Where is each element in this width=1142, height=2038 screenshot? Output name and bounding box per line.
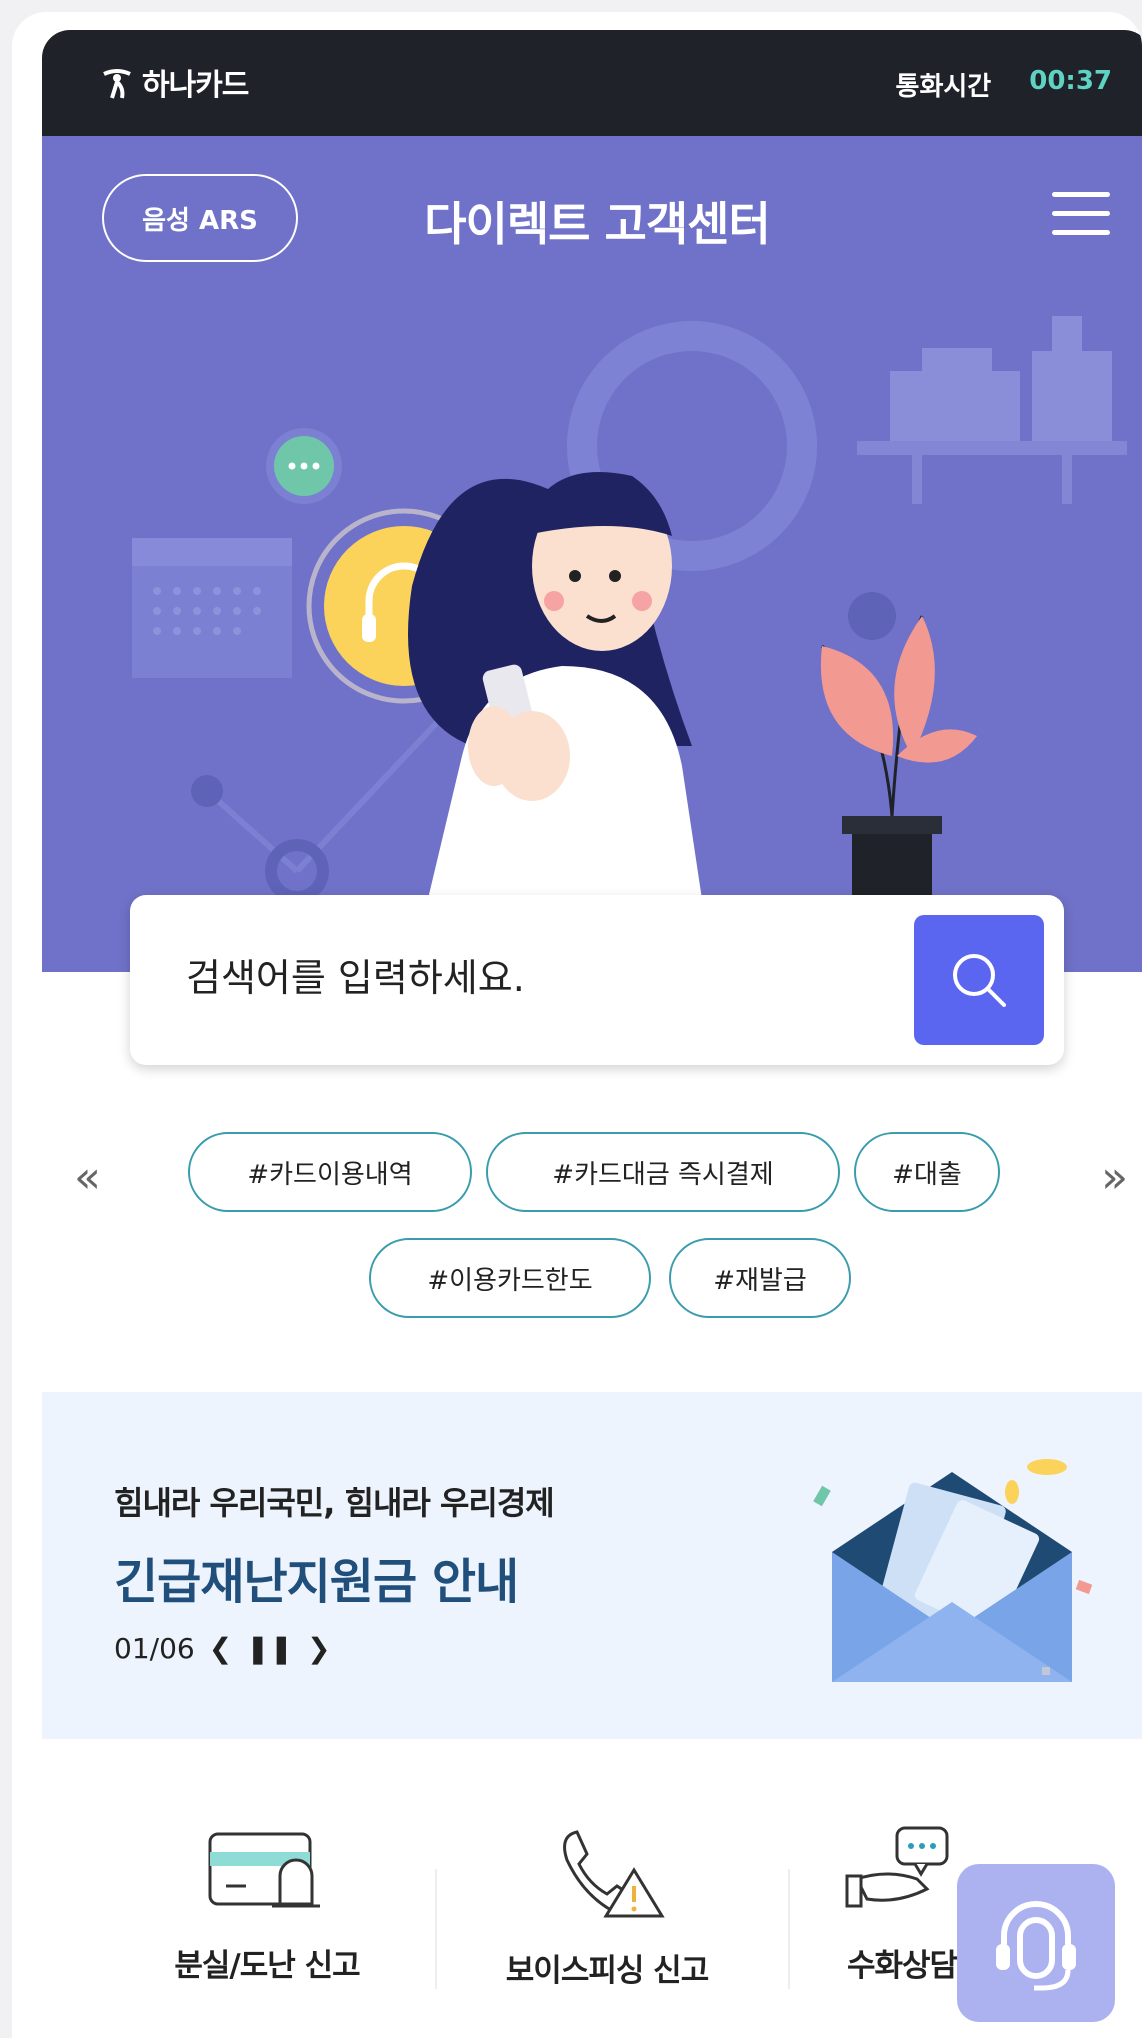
app-screen: 하나카드 통화시간 00:37 음성 ARS 다이렉트 고객센터 검색어를 입력… [42, 30, 1142, 2038]
banner-page-counter: 01/06 [114, 1632, 195, 1665]
page-title: 다이렉트 고객센터 [424, 197, 771, 251]
search-placeholder[interactable]: 검색어를 입력하세요. [186, 947, 525, 1002]
call-timer: 통화시간 00:37 [896, 66, 1112, 103]
quick-voice-phishing-label: 보이스피싱 신고 [505, 1953, 709, 1989]
banner-subtitle: 힘내라 우리국민, 힘내라 우리경제 [114, 1484, 555, 1522]
phone-frame: 하나카드 통화시간 00:37 음성 ARS 다이렉트 고객센터 검색어를 입력… [12, 12, 1142, 2038]
banner-pager: 01/06 ❮ ❚❚ ❯ [114, 1632, 331, 1665]
hashtag-section: « » #카드이용내역 #카드대금 즉시결제 #대출 #이용카드한도 #재발급 [42, 1130, 1142, 1330]
search-box[interactable]: 검색어를 입력하세요. [130, 895, 1064, 1065]
quick-lost-stolen[interactable]: 분실/도난 신고 [102, 1824, 432, 1985]
divider [435, 1869, 437, 1989]
hamburger-menu-icon[interactable] [1052, 192, 1110, 238]
brand: 하나카드 [100, 60, 249, 104]
tag-card-limit[interactable]: #이용카드한도 [369, 1238, 651, 1318]
status-bar: 하나카드 통화시간 00:37 [42, 30, 1142, 136]
floating-headset-button[interactable] [957, 1864, 1115, 2022]
search-icon [953, 954, 1006, 1007]
envelope-illustration [813, 1459, 1093, 1682]
headset-icon [996, 1901, 1076, 1991]
promo-banner[interactable]: 힘내라 우리국민, 힘내라 우리경제 긴급재난지원금 안내 01/06 ❮ ❚❚… [42, 1392, 1142, 1739]
quick-voice-phishing[interactable]: 보이스피싱 신고 [442, 1824, 772, 1990]
sign-language-chat-icon [845, 1826, 949, 1908]
brand-name: 하나카드 [142, 68, 249, 103]
hana-logo-icon [103, 69, 131, 99]
tags-prev-button[interactable]: « [74, 1152, 101, 1203]
phone-warning-icon [563, 1830, 665, 1918]
tag-card-usage[interactable]: #카드이용내역 [188, 1132, 472, 1212]
divider [788, 1869, 790, 1989]
call-time-value: 00:37 [1029, 66, 1112, 96]
search-button[interactable] [914, 915, 1044, 1045]
banner-pause-button[interactable]: ❚❚ [246, 1632, 293, 1665]
card-alarm-icon [208, 1832, 320, 1908]
call-time-label: 통화시간 [895, 72, 992, 102]
banner-prev-button[interactable]: ❮ [209, 1632, 232, 1665]
tag-reissue[interactable]: #재발급 [669, 1238, 851, 1318]
banner-next-button[interactable]: ❯ [307, 1632, 330, 1665]
tag-loan[interactable]: #대출 [854, 1132, 1000, 1212]
quick-lost-stolen-label: 분실/도난 신고 [174, 1948, 360, 1984]
tags-next-button[interactable]: » [1101, 1152, 1128, 1203]
tag-card-payment[interactable]: #카드대금 즉시결제 [486, 1132, 840, 1212]
hero-section: 음성 ARS 다이렉트 고객센터 [42, 136, 1142, 972]
banner-title: 긴급재난지원금 안내 [114, 1554, 519, 1610]
